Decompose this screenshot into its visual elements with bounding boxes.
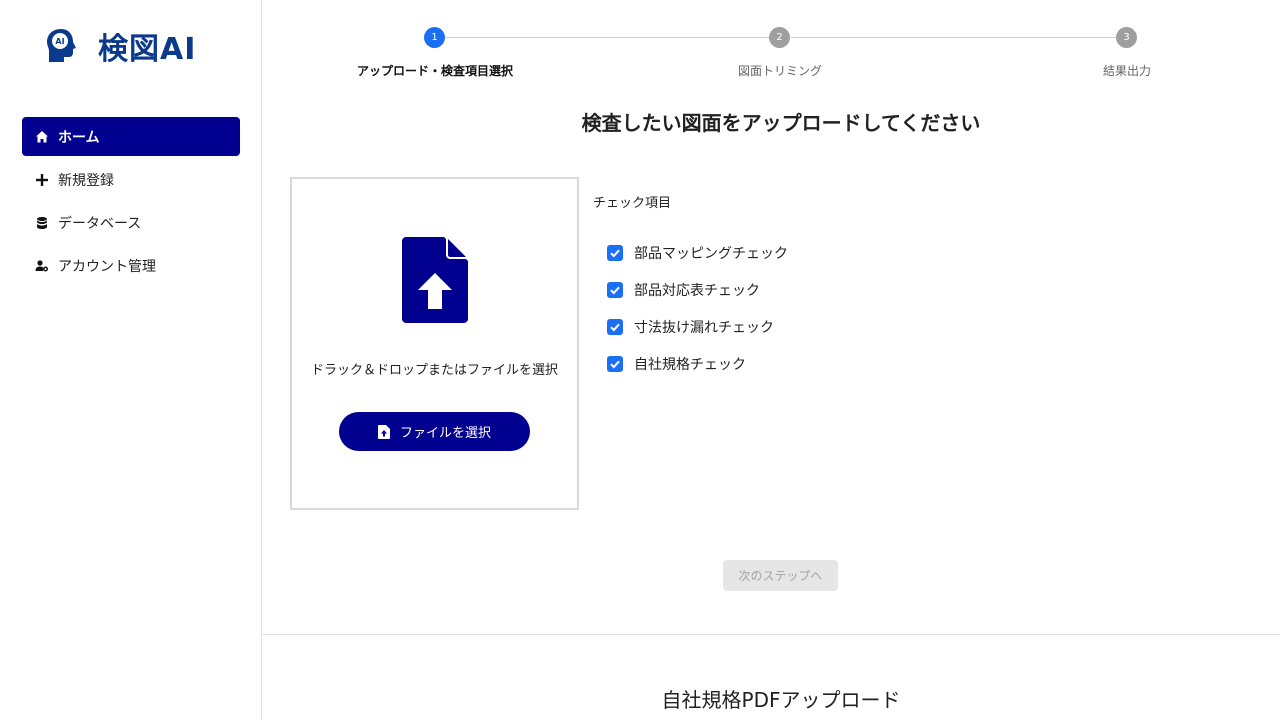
check-item-label: 寸法抜け漏れチェック [634, 319, 774, 336]
step-3-indicator: 3 [1116, 27, 1137, 48]
check-items-title: チェック項目 [593, 196, 672, 211]
checkbox[interactable] [607, 244, 623, 261]
check-icon [610, 360, 620, 368]
svg-text:AI: AI [55, 37, 64, 46]
checkbox[interactable] [607, 318, 623, 335]
step-2-indicator: 2 [769, 27, 790, 48]
file-upload-icon [402, 237, 468, 323]
step-1-label: アップロード・検査項目選択 [356, 64, 514, 78]
stepper: 1 2 3 アップロード・検査項目選択 図面トリミング 結果出力 [262, 0, 1280, 90]
home-icon [35, 130, 49, 144]
file-upload-small-icon [377, 424, 390, 439]
drop-instruction: ドラック＆ドロップまたはファイルを選択 [310, 363, 558, 378]
sidebar-item-label: アカウント管理 [58, 258, 156, 275]
app-logo[interactable]: AI 検図AI [44, 26, 197, 67]
sidebar-nav: ホーム 新規登録 データベース アカウント管理 [22, 117, 240, 289]
check-item-label: 自社規格チェック [634, 356, 746, 373]
step-connector [791, 37, 1125, 38]
step-2-label: 図面トリミング [737, 64, 823, 78]
check-item-label: 部品マッピングチェック [634, 245, 788, 262]
database-icon [35, 216, 49, 230]
next-step-button[interactable]: 次のステップへ [723, 560, 838, 591]
check-item-part-table[interactable]: 部品対応表チェック [607, 271, 788, 308]
check-items-list: 部品マッピングチェック 部品対応表チェック 寸法抜け漏れチェック 自社規格チェッ… [607, 234, 788, 382]
select-file-button[interactable]: ファイルを選択 [339, 412, 530, 451]
user-gear-icon [35, 259, 49, 273]
sidebar-item-home[interactable]: ホーム [22, 117, 240, 156]
check-item-part-mapping[interactable]: 部品マッピングチェック [607, 234, 788, 271]
check-icon [610, 249, 620, 257]
section-title: 自社規格PDFアップロード [661, 688, 901, 712]
page-title: 検査したい図面をアップロードしてください [581, 111, 981, 135]
check-icon [610, 286, 620, 294]
check-item-dimension[interactable]: 寸法抜け漏れチェック [607, 308, 788, 345]
sidebar-item-label: データベース [58, 215, 142, 232]
step-connector [445, 37, 779, 38]
app-name: 検図AI [98, 32, 197, 67]
sidebar-item-label: 新規登録 [58, 172, 114, 189]
sidebar-item-label: ホーム [58, 129, 100, 146]
sidebar-item-database[interactable]: データベース [22, 203, 240, 242]
ai-head-icon: AI [47, 29, 76, 62]
select-file-label: ファイルを選択 [399, 426, 491, 441]
checkbox[interactable] [607, 281, 623, 298]
step-3-label: 結果出力 [1102, 64, 1152, 78]
sidebar-item-account[interactable]: アカウント管理 [22, 246, 240, 285]
checkbox[interactable] [607, 355, 623, 372]
sidebar: AI 検図AI ホーム 新規登録 データベース アカウント管理 [0, 0, 262, 720]
plus-icon [35, 173, 49, 187]
check-icon [610, 323, 620, 331]
check-item-label: 部品対応表チェック [634, 282, 760, 299]
section-divider [262, 634, 1280, 635]
sidebar-item-new[interactable]: 新規登録 [22, 160, 240, 199]
main-content: 1 2 3 アップロード・検査項目選択 図面トリミング 結果出力 検査したい図面… [262, 0, 1280, 720]
file-drop-zone[interactable]: ドラック＆ドロップまたはファイルを選択 ファイルを選択 [290, 177, 579, 510]
check-item-company-standard[interactable]: 自社規格チェック [607, 345, 788, 382]
step-1-indicator: 1 [424, 27, 445, 48]
